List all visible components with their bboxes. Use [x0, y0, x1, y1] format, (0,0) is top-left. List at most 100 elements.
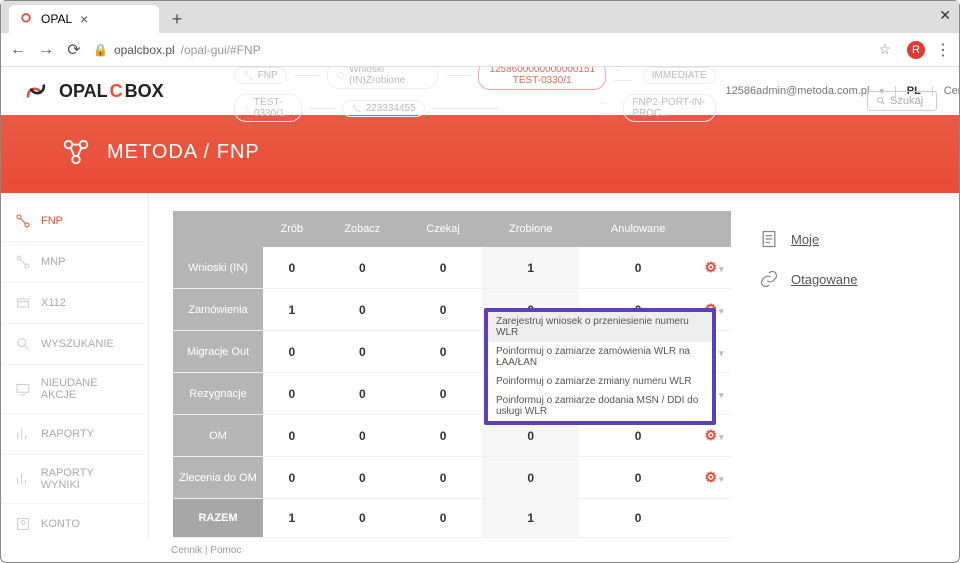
col-header: Anulowane	[579, 211, 697, 247]
row-label: Rezygnacje	[173, 373, 263, 415]
cell[interactable]: 0	[404, 247, 482, 289]
cell: 1	[263, 499, 321, 538]
cell[interactable]: 0	[263, 331, 321, 373]
cell: 0	[579, 499, 697, 538]
cell[interactable]: 0	[579, 247, 697, 289]
cell[interactable]: 0	[404, 289, 482, 331]
user-email[interactable]: 12586admin@metoda.com.pl	[726, 85, 870, 97]
profile-avatar[interactable]: R	[907, 41, 925, 59]
sidebar-item-wyszukanie[interactable]: WYSZUKANIE	[1, 324, 148, 365]
table-row-total: RAZEM10010	[173, 499, 731, 538]
arrow-icon: ———	[310, 103, 334, 114]
cell[interactable]: 0	[263, 457, 321, 499]
cell[interactable]: 1	[263, 289, 321, 331]
sidebar-icon	[15, 254, 31, 270]
logo-icon	[17, 80, 55, 102]
cell[interactable]: 0	[404, 415, 482, 457]
dropdown-item[interactable]: Poinformuj o zamiarze dodania MSN / DDI …	[488, 391, 712, 421]
url-path: /opal-gui/#FNP	[181, 43, 261, 57]
cell[interactable]: 0	[263, 373, 321, 415]
cell[interactable]: 0	[404, 331, 482, 373]
sidebar-item-nieudane-akcje[interactable]: NIEUDANE AKCJE	[1, 365, 148, 414]
col-header: Zobacz	[321, 211, 404, 247]
table-row: Wnioski (IN)00010⚙▾	[173, 247, 731, 289]
cell: 1	[482, 499, 579, 538]
sidebar-item-mnp[interactable]: MNP	[1, 242, 148, 283]
browser-menu-icon[interactable]: ⋮	[935, 40, 951, 60]
sidebar-item-x112[interactable]: X112	[1, 283, 148, 324]
browser-tab[interactable]: OPAL ×	[9, 5, 159, 33]
window-close-icon[interactable]: ✕	[939, 7, 951, 24]
tab-title: OPAL	[41, 12, 72, 26]
url-field[interactable]: 🔒 opalcbox.pl/opal-gui/#FNP	[93, 43, 868, 57]
cell[interactable]: 0	[321, 331, 404, 373]
gear-icon: ⚙▾	[704, 427, 723, 443]
module-icon	[61, 137, 91, 167]
cell[interactable]: 0	[263, 415, 321, 457]
moje-link[interactable]: Moje	[755, 219, 935, 259]
sidebar-item-raporty[interactable]: RAPORTY	[1, 414, 148, 455]
cell[interactable]: 1	[482, 247, 579, 289]
otagowane-link[interactable]: Otagowane	[755, 259, 935, 299]
arrow-icon: ←——	[599, 97, 615, 119]
row-actions[interactable]: ⚙▾	[697, 247, 731, 289]
cell[interactable]: 0	[321, 415, 404, 457]
reload-icon[interactable]: ⟳	[65, 40, 83, 60]
back-icon[interactable]: ←	[9, 41, 27, 59]
row-label: Zamówienia	[173, 289, 263, 331]
lock-icon: 🔒	[93, 43, 108, 57]
row-actions[interactable]: ⚙▾	[697, 457, 731, 499]
cennik-link[interactable]: Cennik	[944, 85, 959, 97]
sidebar-item-raporty-wyniki[interactable]: RAPORTY WYNIKI	[1, 455, 148, 504]
col-header: Zrobione	[482, 211, 579, 247]
chip-center[interactable]: 1258600000000000151TEST-0330/1	[478, 67, 606, 90]
search-input[interactable]: Szukaj	[867, 91, 937, 111]
chip-phone[interactable]: 223334455	[342, 100, 425, 117]
breadcrumb: FNP ——— Wnioski (IN)Zrobione ——— 1258600…	[174, 67, 716, 122]
chip-fnp2[interactable]: FNP2-PORT-IN-PROC...	[623, 94, 715, 122]
cell: 0	[321, 499, 404, 538]
sidebar-icon	[15, 295, 31, 311]
close-icon[interactable]: ×	[80, 11, 88, 27]
chip-wnioski[interactable]: Wnioski (IN)Zrobione	[327, 67, 439, 89]
chip-test[interactable]: TEST-0330/1	[234, 94, 302, 122]
col-header: Zrób	[263, 211, 321, 247]
chip-fnp[interactable]: FNP	[234, 67, 287, 84]
arrow-icon: ←——	[614, 67, 635, 86]
right-panel: Moje Otagowane	[755, 211, 935, 535]
page-banner: METODA / FNP	[1, 115, 959, 193]
page-title: METODA / FNP	[107, 141, 260, 164]
sidebar-icon	[15, 426, 31, 442]
col-header: Czekaj	[404, 211, 482, 247]
cell[interactable]: 0	[579, 457, 697, 499]
bookmark-icon[interactable]: ☆	[878, 41, 891, 58]
cell[interactable]: 0	[321, 373, 404, 415]
sidebar-item-konto[interactable]: KONTO	[1, 504, 148, 539]
forward-icon[interactable]: →	[37, 41, 55, 59]
cell[interactable]: 0	[404, 457, 482, 499]
cell[interactable]: 0	[482, 457, 579, 499]
sidebar: FNPMNPX112WYSZUKANIENIEUDANE AKCJERAPORT…	[1, 193, 149, 539]
sidebar-item-fnp[interactable]: FNP	[1, 201, 148, 242]
cell[interactable]: 0	[263, 247, 321, 289]
app-header: OPALCBOX FNP ——— Wnioski (IN)Zrobione ——…	[1, 67, 959, 115]
cell[interactable]: 0	[321, 247, 404, 289]
browser-tabbar: OPAL × + ✕	[1, 1, 959, 33]
arrow-icon: ————————	[433, 103, 497, 114]
cell[interactable]: 0	[404, 373, 482, 415]
dropdown-item[interactable]: Poinformuj o zamiarze zmiany numeru WLR	[488, 372, 712, 391]
new-tab-button[interactable]: +	[165, 7, 189, 31]
cell[interactable]: 0	[321, 457, 404, 499]
gear-icon: ⚙▾	[704, 469, 723, 485]
dropdown-item[interactable]: Zarejestruj wniosek o przeniesienie nume…	[488, 312, 712, 342]
arrow-icon: ———	[295, 70, 319, 81]
arrow-icon: ———	[446, 70, 470, 81]
tab-favicon	[19, 12, 33, 26]
cell[interactable]: 0	[321, 289, 404, 331]
logo[interactable]: OPALCBOX	[17, 80, 164, 102]
row-label: Wnioski (IN)	[173, 247, 263, 289]
chip-immediate[interactable]: IMMEDIATE	[643, 67, 716, 84]
document-icon	[759, 229, 779, 249]
sidebar-icon	[15, 336, 31, 352]
dropdown-item[interactable]: Poinformuj o zamiarze zamówienia WLR na …	[488, 342, 712, 372]
